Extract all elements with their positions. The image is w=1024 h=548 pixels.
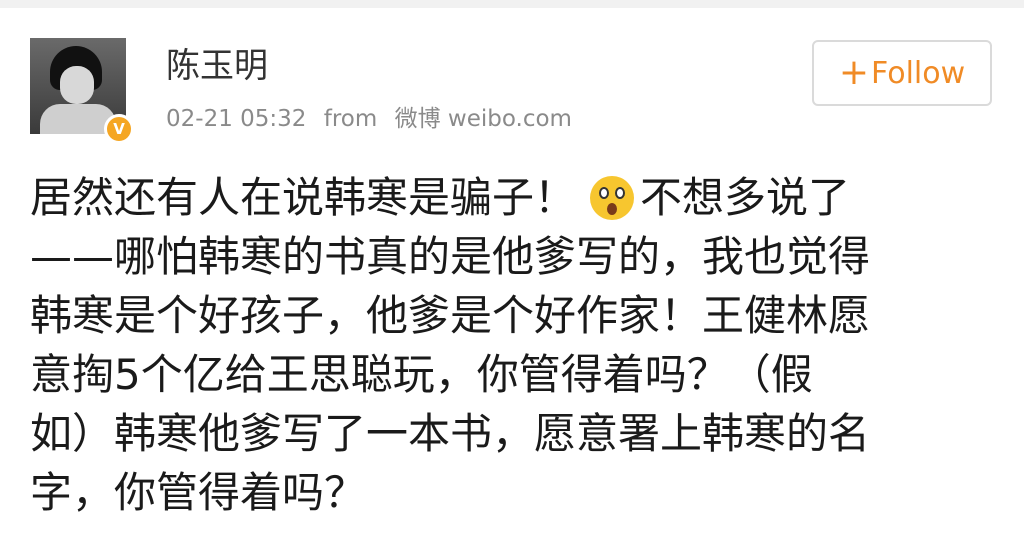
author-avatar[interactable]: V <box>30 38 134 144</box>
post-line-6: 字，你管得着吗？ <box>30 468 367 517</box>
post-line-1: 居然还有人在说韩寒是骗子！ 不想多说了 <box>30 168 990 227</box>
post-body: 居然还有人在说韩寒是骗子！ 不想多说了 ——哪怕韩寒的书真的是他爹写的，我也觉得 … <box>30 168 990 522</box>
avatar-face <box>60 66 94 104</box>
surprised-face-icon <box>590 176 635 220</box>
post-line-2: ——哪怕韩寒的书真的是他爹写的，我也觉得 <box>30 232 871 281</box>
post-meta: 02-21 05:32 from 微博 weibo.com <box>166 104 582 134</box>
plus-icon: + <box>838 52 870 93</box>
author-name[interactable]: 陈玉明 <box>166 44 268 88</box>
post-source[interactable]: 微博 weibo.com <box>395 106 572 132</box>
follow-button[interactable]: + Follow <box>812 40 992 106</box>
post-line-3: 韩寒是个好孩子，他爹是个好作家！王健林愿 <box>30 291 871 340</box>
post-time: 02-21 05:32 <box>166 106 307 132</box>
from-label: from <box>323 106 378 132</box>
post-line-4: 意掏5个亿给王思聪玩，你管得着吗？（假 <box>30 350 813 399</box>
top-divider <box>0 0 1024 8</box>
post-text-segment: 不想多说了 <box>640 173 851 222</box>
post-line-5: 如）韩寒他爹写了一本书，愿意署上韩寒的名 <box>30 409 871 458</box>
post-text-segment: 居然还有人在说韩寒是骗子！ <box>30 173 577 222</box>
follow-label: Follow <box>871 55 966 91</box>
verified-badge-icon: V <box>104 114 134 144</box>
